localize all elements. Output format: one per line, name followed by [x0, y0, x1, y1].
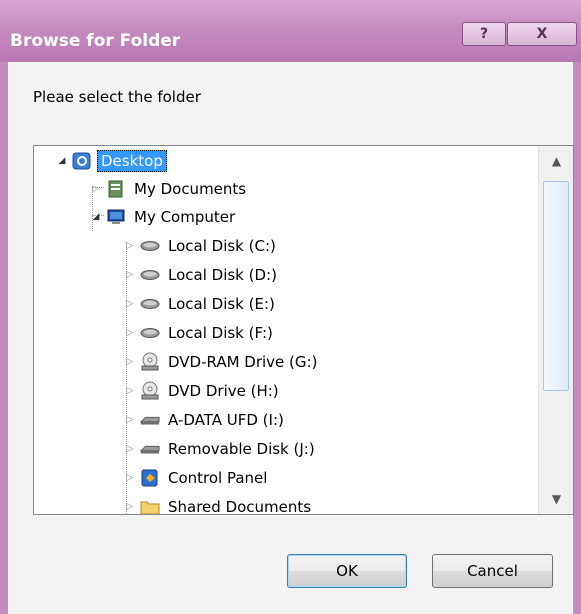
folder-tree[interactable]: ◢ Desktop ▷ My Documents ◢ My Computer ▷… — [33, 145, 574, 515]
expand-arrow-icon[interactable]: ▷ — [124, 385, 136, 397]
window-border-right — [573, 62, 581, 614]
tree-item-my-documents[interactable]: ▷ My Documents — [90, 175, 249, 202]
computer-icon — [106, 207, 126, 227]
tree-item-label: Local Disk (E:) — [168, 294, 275, 313]
tree-item-label: DVD-RAM Drive (G:) — [168, 352, 318, 371]
expand-arrow-icon[interactable]: ▷ — [124, 414, 136, 426]
tree-item-label: Local Disk (D:) — [168, 265, 277, 284]
expand-arrow-icon[interactable]: ▷ — [124, 269, 136, 281]
tree-item-label: Shared Documents — [168, 497, 312, 515]
expand-arrow-icon[interactable]: ▷ — [124, 240, 136, 252]
tree-item-local-disk-e[interactable]: ▷ Local Disk (E:) — [124, 290, 278, 317]
tree-item-label: Removable Disk (J:) — [168, 439, 315, 458]
expand-arrow-icon[interactable]: ▷ — [90, 183, 102, 195]
cancel-button[interactable]: Cancel — [432, 554, 553, 588]
tree-item-label: DVD Drive (H:) — [168, 381, 279, 400]
ok-button[interactable]: OK — [287, 554, 407, 588]
collapse-arrow-icon[interactable]: ◢ — [90, 211, 102, 223]
control-panel-icon — [140, 468, 160, 488]
hard-disk-icon — [140, 323, 160, 343]
help-icon: ? — [479, 26, 489, 42]
tree-item-control-panel[interactable]: ▷ Control Panel — [124, 464, 270, 491]
tree-item-local-disk-f[interactable]: ▷ Local Disk (F:) — [124, 319, 276, 346]
tree-item-dvd-ram-drive-g[interactable]: ▷ DVD-RAM Drive (G:) — [124, 348, 320, 375]
folder-tree-content: ◢ Desktop ▷ My Documents ◢ My Computer ▷… — [34, 146, 534, 514]
tree-item-a-data-ufd-i[interactable]: ▷ A-DATA UFD (I:) — [124, 406, 287, 433]
dialog-title: Browse for Folder — [10, 31, 181, 51]
expand-arrow-icon[interactable]: ▷ — [124, 356, 136, 368]
close-button[interactable]: X — [507, 22, 577, 46]
tree-item-removable-disk-j[interactable]: ▷ Removable Disk (J:) — [124, 435, 318, 462]
instruction-label: Pleae select the folder — [33, 88, 201, 106]
removable-drive-icon — [140, 439, 160, 459]
tree-item-desktop[interactable]: ◢ Desktop — [56, 147, 167, 174]
collapse-arrow-icon[interactable]: ◢ — [56, 155, 68, 167]
hard-disk-icon — [140, 265, 160, 285]
expand-arrow-icon[interactable]: ▷ — [124, 501, 136, 513]
tree-item-label: My Documents — [134, 179, 247, 198]
dialog-body: Pleae select the folder ◢ Desktop ▷ My D… — [8, 62, 574, 614]
tree-item-local-disk-c[interactable]: ▷ Local Disk (C:) — [124, 232, 279, 259]
tree-item-label: Local Disk (C:) — [168, 236, 276, 255]
tree-item-label: My Computer — [134, 207, 236, 226]
scrollbar-thumb[interactable] — [543, 181, 569, 391]
scroll-down-arrow-icon[interactable]: ▼ — [539, 484, 573, 514]
dvd-drive-icon — [140, 381, 160, 401]
scroll-up-arrow-icon[interactable]: ▲ — [539, 146, 573, 176]
title-bar[interactable]: Browse for Folder ? X — [0, 0, 581, 62]
hard-disk-icon — [140, 236, 160, 256]
close-icon: X — [536, 26, 548, 42]
folder-icon — [140, 497, 160, 514]
browse-for-folder-dialog: Browse for Folder ? X Pleae select the f… — [0, 0, 581, 614]
tree-item-label: Control Panel — [168, 468, 268, 487]
tree-item-shared-documents[interactable]: ▷ Shared Documents — [124, 493, 314, 515]
vertical-scrollbar[interactable]: ▲ ▼ — [538, 146, 573, 514]
expand-arrow-icon[interactable]: ▷ — [124, 298, 136, 310]
tree-item-local-disk-d[interactable]: ▷ Local Disk (D:) — [124, 261, 280, 288]
documents-folder-icon — [106, 179, 126, 199]
tree-item-dvd-drive-h[interactable]: ▷ DVD Drive (H:) — [124, 377, 282, 404]
removable-drive-icon — [140, 410, 160, 430]
hard-disk-icon — [140, 294, 160, 314]
desktop-icon — [72, 151, 92, 171]
help-button[interactable]: ? — [462, 22, 506, 46]
expand-arrow-icon[interactable]: ▷ — [124, 327, 136, 339]
tree-item-label: A-DATA UFD (I:) — [168, 410, 284, 429]
dvd-drive-icon — [140, 352, 160, 372]
window-border-left — [0, 62, 8, 614]
tree-item-label: Local Disk (F:) — [168, 323, 273, 342]
expand-arrow-icon[interactable]: ▷ — [124, 472, 136, 484]
tree-item-label: Desktop — [97, 149, 167, 172]
tree-item-my-computer[interactable]: ◢ My Computer — [90, 203, 238, 230]
expand-arrow-icon[interactable]: ▷ — [124, 443, 136, 455]
